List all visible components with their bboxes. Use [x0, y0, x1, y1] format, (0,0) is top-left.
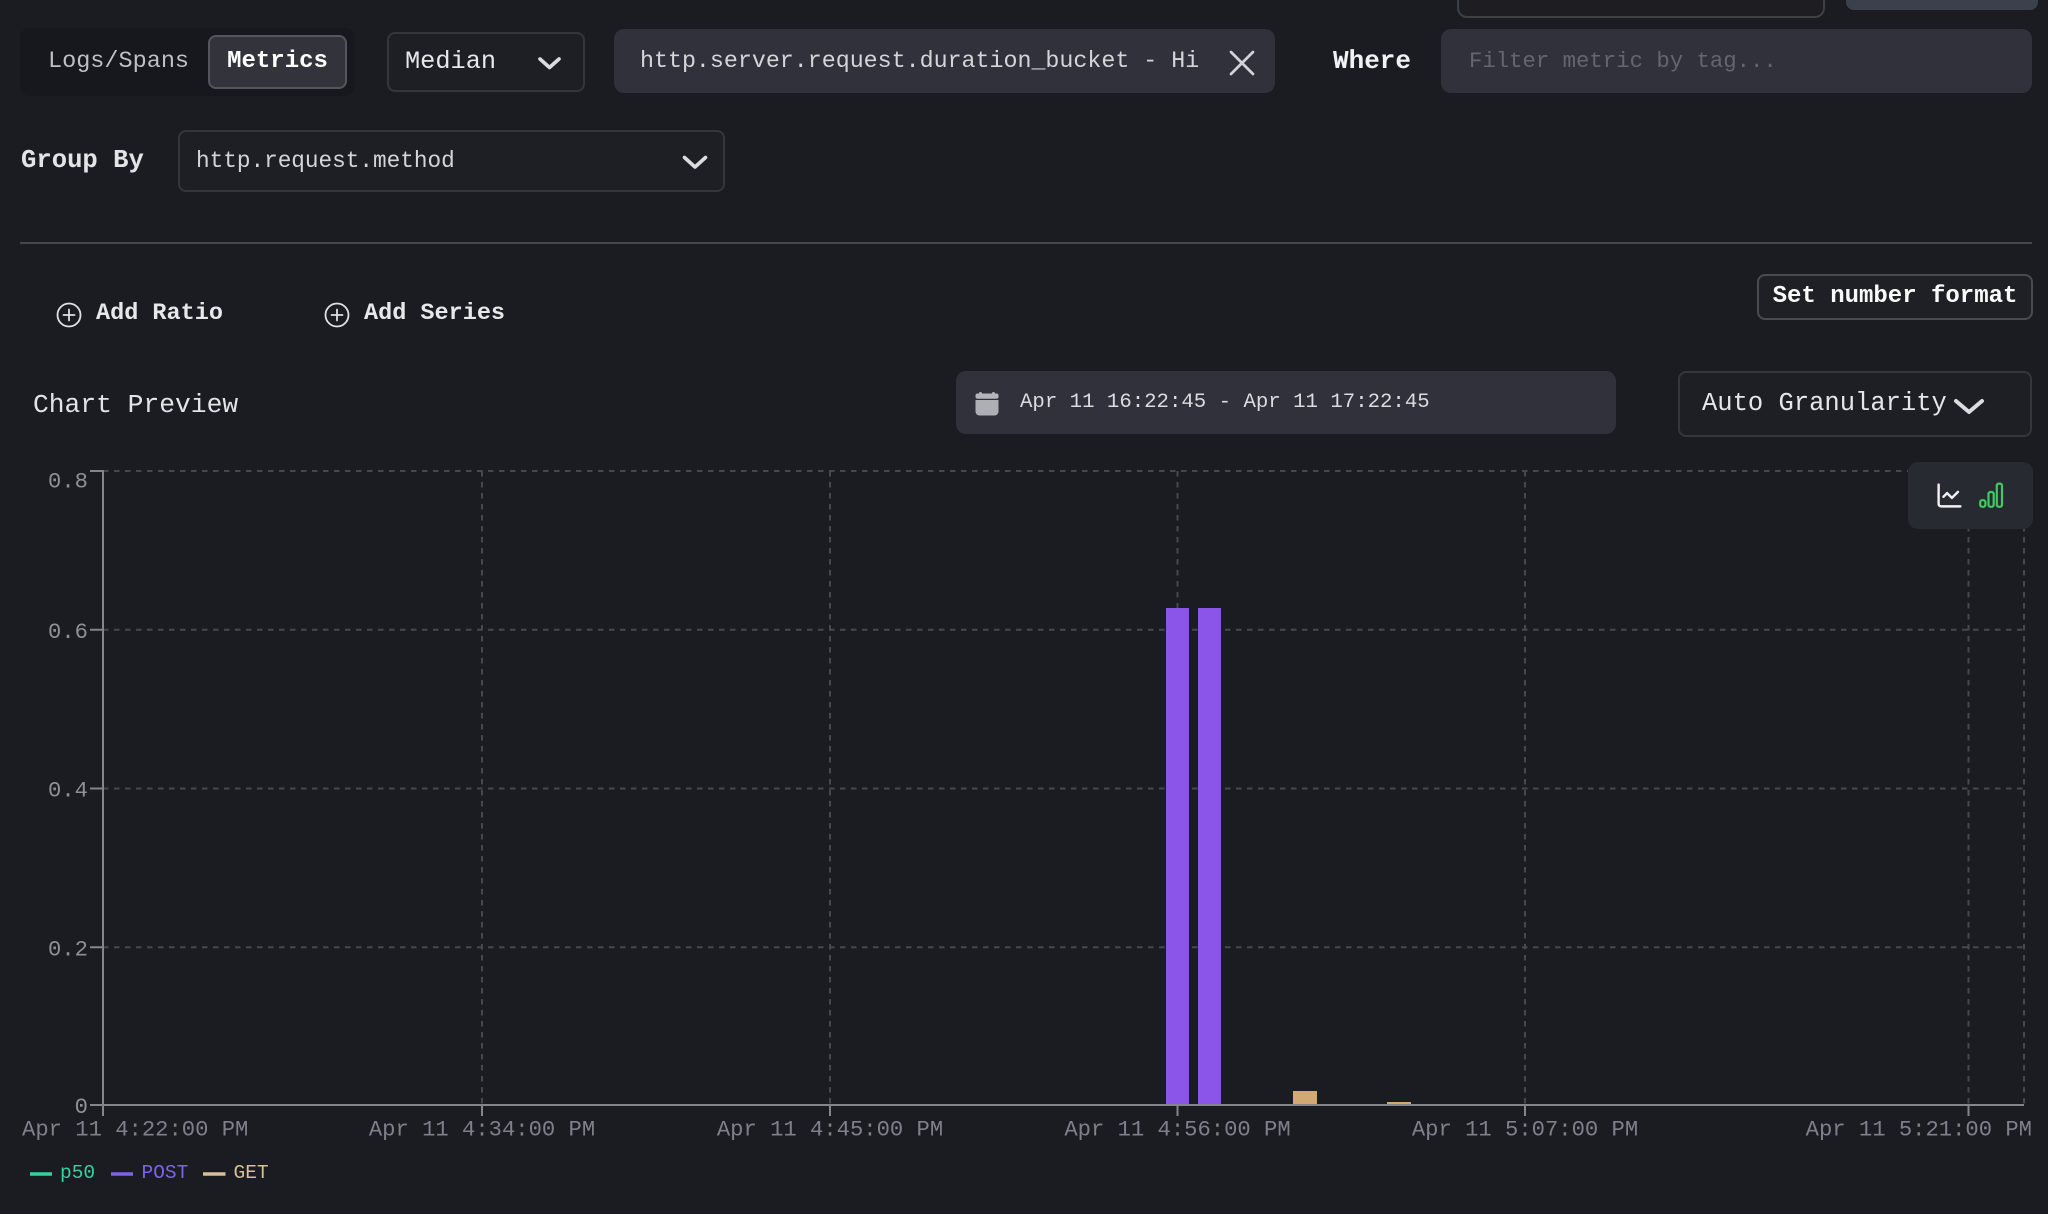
svg-text:POST: POST	[142, 1162, 189, 1184]
svg-text:0.4: 0.4	[48, 779, 88, 804]
svg-text:0.8: 0.8	[48, 470, 88, 495]
svg-text:0: 0	[75, 1095, 88, 1120]
svg-text:Apr 11 5:21:00 PM: Apr 11 5:21:00 PM	[1806, 1118, 2032, 1143]
svg-text:p50: p50	[60, 1162, 95, 1184]
svg-text:Apr 11 4:34:00 PM: Apr 11 4:34:00 PM	[369, 1118, 595, 1143]
svg-text:0.6: 0.6	[48, 620, 88, 645]
svg-text:GET: GET	[234, 1162, 269, 1184]
svg-text:Apr 11 4:45:00 PM: Apr 11 4:45:00 PM	[717, 1118, 943, 1143]
svg-text:Apr 11 4:56:00 PM: Apr 11 4:56:00 PM	[1064, 1118, 1290, 1143]
svg-text:Apr 11 5:07:00 PM: Apr 11 5:07:00 PM	[1412, 1118, 1638, 1143]
svg-text:Apr 11 4:22:00 PM: Apr 11 4:22:00 PM	[22, 1118, 248, 1143]
svg-text:0.2: 0.2	[48, 937, 88, 962]
